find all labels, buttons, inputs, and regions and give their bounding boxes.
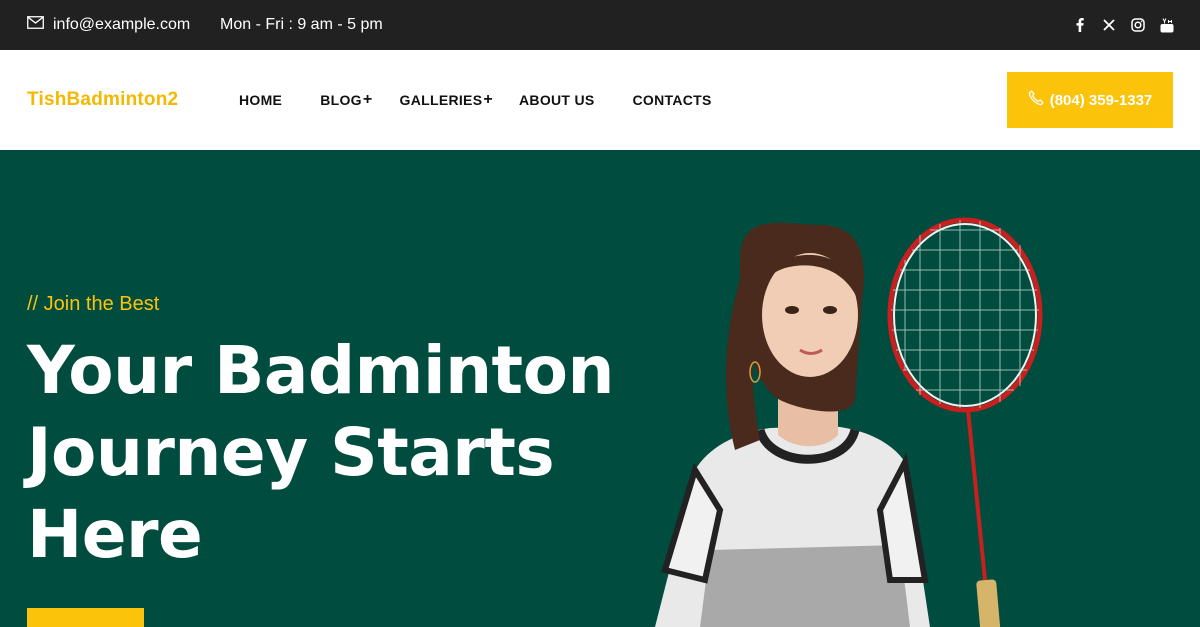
instagram-icon[interactable] [1131,18,1145,32]
nav-home-label: HOME [239,92,283,108]
x-icon[interactable] [1102,18,1116,32]
nav-item-blog[interactable]: BLOG + [320,90,373,109]
phone-icon [1028,90,1044,110]
site-logo[interactable]: TishBadminton2 [27,50,178,150]
email-contact[interactable]: info@example.com [27,0,190,50]
nav-blog-label: BLOG [320,92,362,108]
nav-contacts-label: CONTACTS [632,92,712,108]
phone-button[interactable]: (804) 359-1337 [1007,72,1173,128]
main-nav: HOME BLOG + GALLERIES + ABOUT US CONTACTS [239,50,712,150]
player-image [655,222,930,627]
phone-number: (804) 359-1337 [1049,91,1153,109]
nav-item-contacts[interactable]: CONTACTS [633,92,712,108]
business-hours: Mon - Fri : 9 am - 5 pm [220,16,383,33]
facebook-icon[interactable] [1073,18,1087,32]
social-links [1073,0,1174,50]
youtube-icon[interactable] [1160,17,1174,32]
nav-item-about[interactable]: ABOUT US [519,92,595,108]
plus-icon: + [362,90,373,108]
nav-galleries-label: GALLERIES [399,92,483,108]
top-bar: info@example.com Mon - Fri : 9 am - 5 pm [0,0,1200,50]
plus-icon: + [483,90,493,108]
hero-cta-button[interactable] [27,608,144,627]
nav-item-galleries[interactable]: GALLERIES + [399,90,493,109]
nav-item-home[interactable]: HOME [239,92,282,108]
site-header: TishBadminton2 HOME BLOG + GALLERIES + ABO… [0,50,1200,150]
nav-about-label: ABOUT US [519,92,595,108]
hero-section: // Join the Best Your Badminton Journey … [0,150,1200,627]
headline-line-3: Here [27,496,203,573]
hero-tagline: // Join the Best [27,293,160,315]
headline-line-2: Journey Starts [27,414,555,491]
email-text[interactable]: info@example.com [53,16,190,34]
hero-headline: Your Badminton Journey Starts Here [27,330,647,576]
envelope-icon [27,16,44,34]
player-illustration [655,217,1043,627]
headline-line-1: Your Badminton [27,332,614,409]
